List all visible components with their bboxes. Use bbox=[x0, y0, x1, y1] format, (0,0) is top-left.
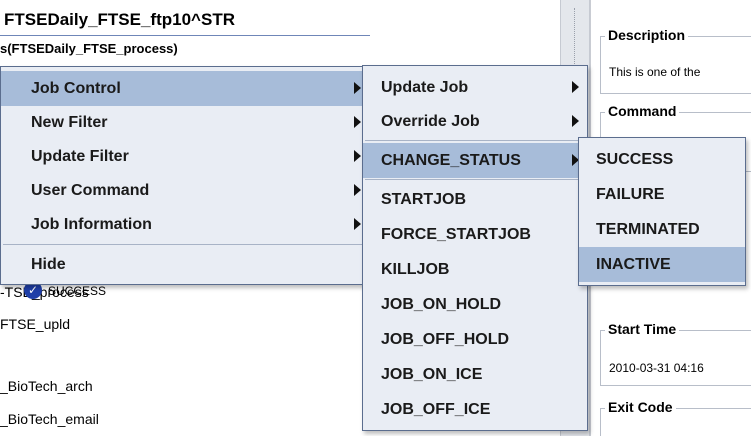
menu-item-label: JOB_OFF_ICE bbox=[381, 401, 491, 418]
menu-item-label: CHANGE_STATUS bbox=[381, 152, 521, 169]
menu-item-label: JOB_OFF_HOLD bbox=[381, 331, 510, 348]
job-control-submenu: Update Job Override Job CHANGE_STATUS ST… bbox=[362, 65, 588, 431]
tree-item[interactable]: _BioTech_email bbox=[0, 411, 99, 427]
menu-item-update-job[interactable]: Update Job bbox=[363, 70, 587, 105]
menu-item-override-job[interactable]: Override Job bbox=[363, 104, 587, 139]
menu-item-job-control[interactable]: Job Control bbox=[1, 71, 369, 106]
exit-code-group: Exit Code bbox=[600, 399, 751, 436]
tree-item[interactable]: FTSE_upld bbox=[0, 316, 70, 332]
menu-item-label: FAILURE bbox=[596, 186, 665, 203]
menu-item-update-filter[interactable]: Update Filter bbox=[1, 139, 369, 174]
description-text: This is one of the bbox=[609, 65, 701, 79]
title-divider bbox=[0, 35, 370, 36]
menu-item-job-off-hold[interactable]: JOB_OFF_HOLD bbox=[363, 322, 587, 357]
menu-item-failure[interactable]: FAILURE bbox=[579, 177, 745, 212]
start-time-value: 2010-03-31 04:16 bbox=[609, 361, 704, 375]
menu-item-label: SUCCESS bbox=[596, 151, 674, 168]
arrow-right-icon bbox=[572, 81, 579, 93]
menu-item-success[interactable]: SUCCESS bbox=[579, 142, 745, 177]
menu-item-job-on-ice[interactable]: JOB_ON_ICE bbox=[363, 357, 587, 392]
menu-item-label: TERMINATED bbox=[596, 221, 700, 238]
menu-item-job-information[interactable]: Job Information bbox=[1, 207, 369, 242]
menu-item-new-filter[interactable]: New Filter bbox=[1, 105, 369, 140]
menu-separator bbox=[365, 140, 585, 141]
menu-item-job-on-hold[interactable]: JOB_ON_HOLD bbox=[363, 287, 587, 322]
menu-item-label: Job Control bbox=[31, 80, 121, 97]
menu-item-force-startjob[interactable]: FORCE_STARTJOB bbox=[363, 217, 587, 252]
arrow-right-icon bbox=[354, 150, 361, 162]
menu-item-terminated[interactable]: TERMINATED bbox=[579, 212, 745, 247]
arrow-right-icon bbox=[354, 184, 361, 196]
menu-item-label: Job Information bbox=[31, 216, 152, 233]
menu-item-label: User Command bbox=[31, 182, 150, 199]
menu-item-hide[interactable]: Hide bbox=[1, 247, 369, 282]
menu-item-label: JOB_ON_HOLD bbox=[381, 296, 502, 313]
menu-item-job-off-ice[interactable]: JOB_OFF_ICE bbox=[363, 392, 587, 427]
menu-item-label: Update Filter bbox=[31, 148, 129, 165]
menu-item-killjob[interactable]: KILLJOB bbox=[363, 252, 587, 287]
status-value: SUCCESS bbox=[48, 284, 107, 298]
menu-item-label: New Filter bbox=[31, 114, 108, 131]
menu-separator bbox=[3, 244, 367, 245]
command-label: Command bbox=[605, 103, 680, 119]
menu-item-change-status[interactable]: CHANGE_STATUS bbox=[363, 143, 587, 178]
description-label: Description bbox=[605, 27, 689, 43]
menu-item-label: FORCE_STARTJOB bbox=[381, 226, 531, 243]
menu-item-label: Update Job bbox=[381, 79, 469, 96]
job-subtitle: s(FTSEDaily_FTSE_process) bbox=[0, 41, 178, 56]
job-title: FTSEDaily_FTSE_ftp10^STR bbox=[4, 10, 235, 29]
exit-code-label: Exit Code bbox=[605, 399, 676, 415]
menu-item-label: STARTJOB bbox=[381, 191, 467, 208]
start-time-label: Start Time bbox=[605, 321, 680, 337]
menu-separator bbox=[365, 179, 585, 180]
menu-item-label: KILLJOB bbox=[381, 261, 450, 278]
menu-item-label: JOB_ON_ICE bbox=[381, 366, 483, 383]
start-time-group: Start Time 2010-03-31 04:16 bbox=[600, 321, 751, 386]
context-menu: Job Control New Filter Update Filter Use… bbox=[0, 66, 370, 285]
menu-item-user-command[interactable]: User Command bbox=[1, 173, 369, 208]
menu-item-label: INACTIVE bbox=[596, 256, 671, 273]
arrow-right-icon bbox=[572, 115, 579, 127]
arrow-right-icon bbox=[354, 82, 361, 94]
change-status-submenu: SUCCESS FAILURE TERMINATED INACTIVE bbox=[578, 137, 746, 286]
tree-item[interactable]: _BioTech_arch bbox=[0, 378, 93, 394]
menu-item-label: Hide bbox=[31, 256, 66, 273]
description-group: Description This is one of the bbox=[600, 27, 751, 94]
menu-item-inactive[interactable]: INACTIVE bbox=[579, 247, 745, 282]
menu-item-label: Override Job bbox=[381, 113, 480, 130]
arrow-right-icon bbox=[354, 116, 361, 128]
menu-item-startjob[interactable]: STARTJOB bbox=[363, 182, 587, 217]
arrow-right-icon bbox=[354, 218, 361, 230]
